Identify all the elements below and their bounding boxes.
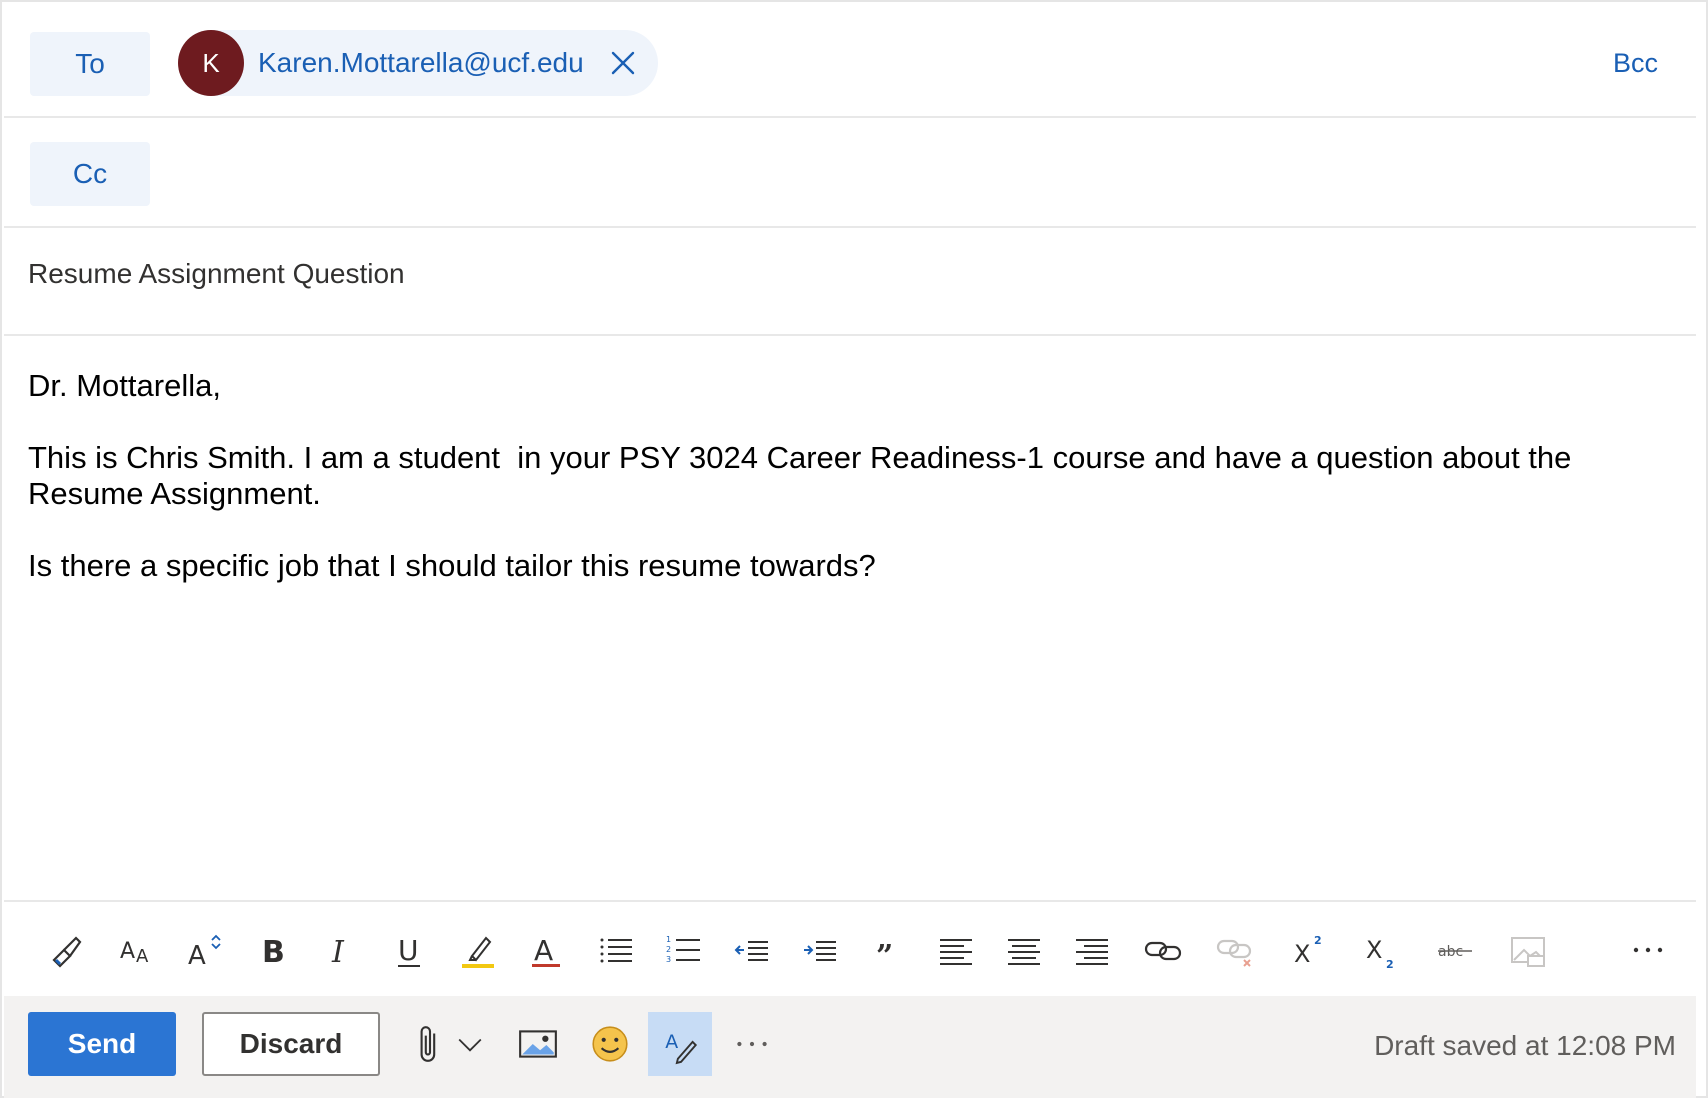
formatting-toolbar: AA A B I U A 123 ” X 2 X 2 abc [4,900,1696,996]
cc-button[interactable]: Cc [30,142,150,206]
cc-row: Cc [4,118,1696,228]
increase-indent-icon[interactable] [794,924,846,976]
formatting-toggle-icon[interactable]: A [648,1012,712,1076]
emoji-icon[interactable] [582,1012,638,1076]
svg-text:A: A [188,941,206,970]
recipient-email: Karen.Mottarella@ucf.edu [258,47,584,78]
numbering-icon[interactable]: 123 [658,924,710,976]
subscript-icon[interactable]: X2 [1356,924,1408,976]
subject-field[interactable]: Resume Assignment Question [28,258,405,290]
bcc-button[interactable]: Bcc [1613,48,1658,79]
grow-font-icon[interactable]: A [180,924,232,976]
link-icon[interactable] [1138,924,1190,976]
svg-text:A: A [534,934,553,967]
svg-text:abc: abc [1438,944,1463,960]
to-button[interactable]: To [30,32,150,96]
superscript-icon[interactable]: X2 [1284,924,1336,976]
message-body[interactable]: Dr. Mottarella, This is Chris Smith. I a… [28,368,1668,584]
send-button[interactable]: Send [28,1012,176,1076]
footer-more-options-icon[interactable] [730,1012,774,1076]
more-options-icon[interactable] [1622,924,1674,976]
unlink-icon[interactable] [1210,924,1262,976]
format-painter-icon[interactable] [40,924,92,976]
align-center-icon[interactable] [998,924,1050,976]
attach-chevron-down-icon[interactable] [452,1012,488,1076]
strikethrough-icon[interactable]: abc [1430,924,1482,976]
recipient-chip[interactable]: K Karen.Mottarella@ucf.edu [178,30,658,96]
attach-paperclip-icon[interactable] [408,1012,452,1076]
align-left-icon[interactable] [930,924,982,976]
to-row: To K Karen.Mottarella@ucf.edu Bcc [4,8,1696,118]
svg-text:B: B [262,935,285,970]
italic-icon[interactable]: I [316,924,368,976]
svg-text:3: 3 [666,955,671,964]
bold-icon[interactable]: B [248,924,300,976]
font-size-icon[interactable]: AA [112,924,164,976]
decrease-indent-icon[interactable] [726,924,778,976]
remove-recipient-close-icon[interactable] [606,46,640,80]
body-paragraph-1: This is Chris Smith. I am a student in y… [28,440,1581,511]
insert-picture-icon[interactable] [514,1012,562,1076]
svg-text:2: 2 [1314,934,1322,947]
svg-text:A: A [665,1031,678,1053]
body-paragraph-2: Is there a specific job that I should ta… [28,548,876,583]
svg-text:U: U [398,934,419,967]
svg-text:X: X [1294,940,1310,968]
align-right-icon[interactable] [1066,924,1118,976]
quote-icon[interactable]: ” [862,924,914,976]
underline-icon[interactable]: U [384,924,436,976]
svg-text:I: I [331,935,345,970]
highlight-icon[interactable] [452,924,504,976]
svg-text:A: A [120,939,135,964]
avatar: K [178,30,244,96]
svg-text:A: A [136,946,149,967]
compose-footer: Send Discard A Draft saved at 12:08 PM [4,996,1696,1098]
bullets-icon[interactable] [590,924,642,976]
insert-image-inline-icon[interactable] [1502,924,1554,976]
discard-button[interactable]: Discard [202,1012,380,1076]
svg-text:”: ” [876,939,893,970]
svg-text:2: 2 [666,945,671,954]
compose-window: To K Karen.Mottarella@ucf.edu Bcc Cc Res… [0,0,1708,1098]
font-color-icon[interactable]: A [520,924,572,976]
body-greeting: Dr. Mottarella, [28,368,221,403]
draft-status: Draft saved at 12:08 PM [1374,1030,1676,1061]
svg-text:X: X [1366,936,1382,964]
svg-text:1: 1 [666,935,671,944]
svg-text:2: 2 [1386,958,1394,970]
subject-row[interactable]: Resume Assignment Question [4,228,1696,336]
